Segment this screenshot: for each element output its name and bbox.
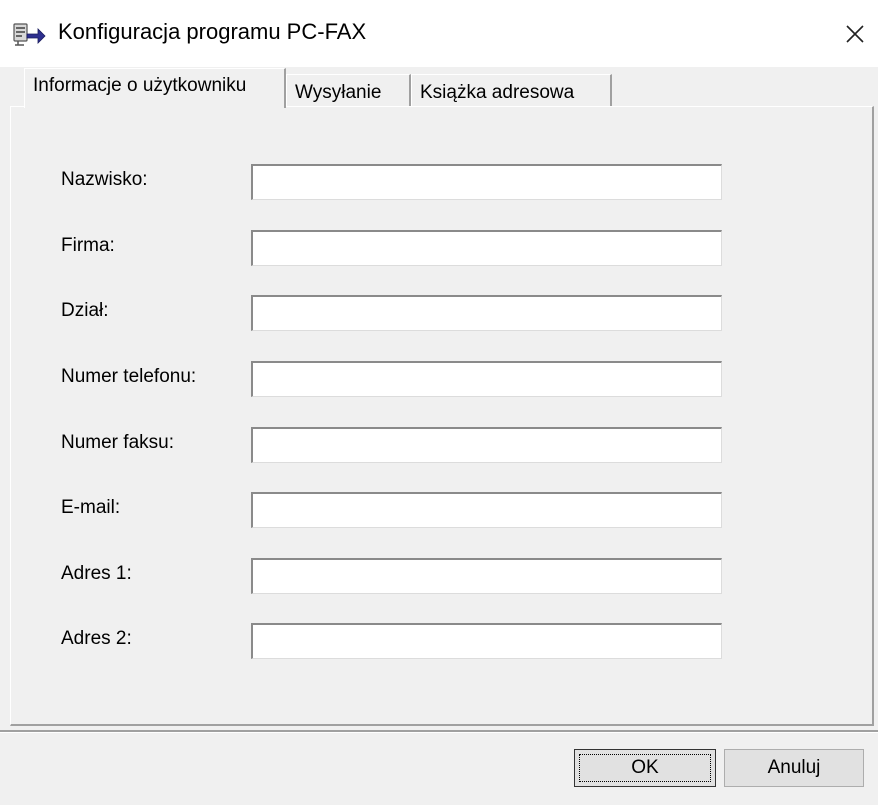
name-field[interactable]: [251, 164, 722, 200]
cancel-button[interactable]: Anuluj: [724, 749, 864, 787]
fax-program-icon: [12, 21, 46, 47]
close-icon: [846, 25, 864, 43]
department-field[interactable]: [251, 295, 722, 331]
company-label: Firma:: [61, 235, 115, 256]
user-information-panel: Nazwisko: Firma: Dział: Numer telefonu: …: [10, 106, 874, 726]
tab-label: Wysyłanie: [295, 82, 382, 103]
company-field[interactable]: [251, 230, 722, 266]
footer-separator: [0, 730, 878, 733]
phone-number-field[interactable]: [251, 361, 722, 397]
pc-fax-setup-dialog: Konfiguracja programu PC-FAX Informacje …: [0, 0, 878, 805]
fax-number-field[interactable]: [251, 427, 722, 463]
address-1-label: Adres 1:: [61, 563, 132, 584]
close-button[interactable]: [832, 14, 878, 54]
tab-user-information[interactable]: Informacje o użytkowniku: [24, 68, 286, 108]
address-2-label: Adres 2:: [61, 628, 132, 649]
email-field[interactable]: [251, 492, 722, 528]
email-label: E-mail:: [61, 497, 121, 518]
tab-label: Książka adresowa: [420, 82, 575, 103]
fax-number-label: Numer faksu:: [61, 432, 174, 453]
tab-sending[interactable]: Wysyłanie: [286, 74, 411, 108]
address-2-field[interactable]: [251, 623, 722, 659]
tab-label: Informacje o użytkowniku: [33, 75, 247, 96]
department-label: Dział:: [61, 300, 109, 321]
window-title: Konfiguracja programu PC-FAX: [58, 19, 367, 44]
ok-button-label: OK: [631, 757, 659, 778]
phone-number-label: Numer telefonu:: [61, 366, 197, 387]
address-1-field[interactable]: [251, 558, 722, 594]
cancel-button-label: Anuluj: [767, 757, 821, 778]
title-bar: Konfiguracja programu PC-FAX: [0, 0, 878, 67]
ok-button[interactable]: OK: [574, 749, 716, 787]
tab-address-book[interactable]: Książka adresowa: [411, 74, 612, 108]
name-label: Nazwisko:: [61, 169, 148, 190]
